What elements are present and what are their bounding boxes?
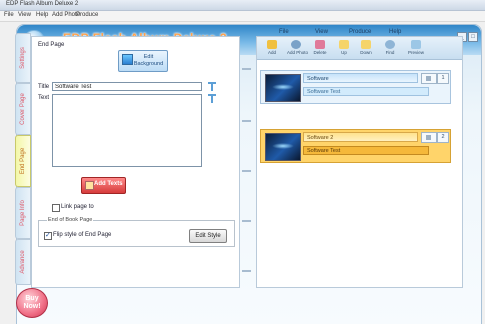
panel-splitter[interactable]	[240, 60, 254, 300]
toolbar-preview-button[interactable]: Preview	[407, 40, 425, 55]
left-tab-strip: Settings Cover Page End Page Page Info A…	[15, 33, 31, 285]
tab-page-info-label: Page Info	[20, 200, 26, 226]
maximize-button[interactable]: □	[468, 32, 478, 42]
title-label: Title	[38, 84, 50, 90]
menu-view[interactable]: View	[18, 12, 31, 18]
application-window: EDP Flash Album Deluxe 2 File View Help …	[0, 0, 485, 324]
page-thumbnail	[265, 74, 301, 102]
add-texts-button[interactable]: Add Texts	[81, 177, 126, 194]
header-menu-view[interactable]: View	[315, 29, 328, 35]
page-lock-icon[interactable]	[421, 132, 437, 143]
header-menu-produce[interactable]: Produce	[349, 29, 371, 35]
flip-style-label: Flip style of End Page	[53, 232, 112, 238]
tab-cover-page[interactable]: Cover Page	[15, 83, 31, 135]
menubar: File View Help Add Photo Produce	[0, 11, 485, 22]
tab-end-page[interactable]: End Page	[15, 135, 31, 187]
page-name[interactable]: Software 2	[303, 132, 418, 142]
page-item[interactable]: Software 1 Software Test	[260, 70, 451, 104]
title-input[interactable]	[52, 82, 202, 91]
menu-file[interactable]: File	[4, 12, 14, 18]
tab-advance-label: Advance	[20, 250, 26, 274]
arrow-up-icon	[339, 40, 349, 49]
link-page-checkbox[interactable]	[52, 204, 60, 212]
buy-now-button[interactable]: Buy Now!	[16, 288, 48, 318]
buy-now-line1: Buy	[25, 295, 39, 302]
menu-produce[interactable]: Produce	[76, 12, 98, 18]
header-menu-help[interactable]: Help	[389, 29, 401, 35]
find-icon	[385, 40, 395, 49]
menu-help[interactable]: Help	[36, 12, 48, 18]
window-titlebar[interactable]: EDP Flash Album Deluxe 2	[0, 0, 485, 11]
edit-background-button[interactable]: Edit Background	[118, 50, 168, 72]
toolbar-add-photo-button[interactable]: Add Photo	[287, 40, 308, 55]
add-photo-icon	[291, 40, 301, 49]
text-textarea[interactable]	[52, 94, 202, 167]
edit-background-label: Edit Background	[133, 54, 164, 67]
text-format-icon-2[interactable]	[208, 94, 216, 104]
link-page-label: Link page to	[61, 204, 94, 210]
page-description[interactable]: Software Test	[303, 146, 429, 155]
page-number: 1	[437, 73, 449, 84]
tab-advance[interactable]: Advance	[15, 239, 31, 285]
end-page-panel: End Page Edit Background Title Text Add …	[31, 36, 240, 288]
preview-icon	[411, 40, 421, 49]
toolbar-add-button[interactable]: Add	[263, 40, 281, 55]
section-title: End Page	[38, 42, 65, 48]
page-name[interactable]: Software	[303, 73, 418, 83]
edit-style-button[interactable]: Edit Style	[189, 229, 227, 243]
tab-end-page-label: End Page	[20, 147, 26, 175]
page-number: 2	[437, 132, 449, 143]
tab-page-info[interactable]: Page Info	[15, 187, 31, 239]
toolbar-down-button[interactable]: Down	[357, 40, 375, 55]
header-menu-file[interactable]: File	[279, 29, 289, 35]
buy-now-line2: Now!	[23, 303, 41, 310]
toolbar-delete-button[interactable]: Delete	[311, 40, 329, 55]
flip-style-checkbox[interactable]	[44, 231, 52, 240]
page-toolbar: Add Add Photo Delete Up Down Find Previe…	[257, 37, 462, 60]
arrow-down-icon	[361, 40, 371, 49]
text-format-icon[interactable]	[208, 82, 216, 92]
page-item-selected[interactable]: Software 2 2 Software Test	[260, 129, 451, 163]
tab-settings-label: Settings	[20, 47, 26, 69]
end-of-book-group-title: End of Book Page	[47, 217, 94, 223]
toolbar-up-button[interactable]: Up	[335, 40, 353, 55]
tab-cover-page-label: Cover Page	[20, 93, 26, 125]
page-lock-icon[interactable]	[421, 73, 437, 84]
page-list-panel: Add Add Photo Delete Up Down Find Previe…	[256, 36, 463, 288]
page-description[interactable]: Software Test	[303, 87, 429, 96]
tab-settings[interactable]: Settings	[15, 33, 31, 83]
page-thumbnail	[265, 133, 301, 161]
toolbar-find-button[interactable]: Find	[381, 40, 399, 55]
window-title: EDP Flash Album Deluxe 2	[6, 1, 79, 7]
add-texts-label: Add Texts	[94, 181, 123, 187]
text-label: Text	[38, 95, 50, 101]
add-page-icon	[267, 40, 277, 49]
delete-icon	[315, 40, 325, 49]
add-text-icon	[85, 181, 94, 190]
